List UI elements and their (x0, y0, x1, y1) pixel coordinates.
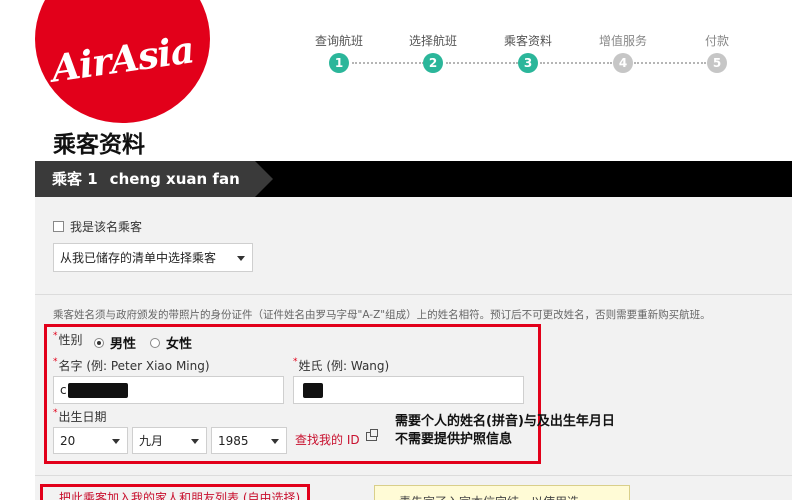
info-tooltip: 青先宣了入宣本信完结，以使用选 (374, 485, 630, 500)
step-number: 3 (518, 53, 538, 73)
step-passenger-details: 乘客资料 3 (488, 33, 568, 73)
passenger-tab[interactable]: 乘客 1 cheng xuan fan (35, 161, 255, 197)
passenger-index: 乘客 1 (52, 170, 98, 188)
passenger-tab-arrow (255, 161, 273, 197)
passenger-details-page: AirAsia 查询航班 1 选择航班 2 乘客资料 3 增值服务 4 付款 5… (0, 0, 800, 500)
step-label: 查询航班 (314, 34, 363, 48)
step-label: 乘客资料 (503, 34, 552, 48)
step-payment: 付款 5 (677, 33, 757, 73)
passenger-header-bar: 乘客 1 cheng xuan fan (35, 161, 792, 197)
i-am-passenger-checkbox-row[interactable]: 我是该名乘客 (53, 218, 142, 235)
page-title: 乘客资料 (53, 132, 145, 158)
section-divider (35, 475, 792, 476)
step-label: 增值服务 (598, 34, 647, 48)
step-number: 5 (707, 53, 727, 73)
saved-passenger-select[interactable]: 从我已储存的清单中选择乘客 (53, 243, 253, 272)
add-to-family-link[interactable]: 把此乘客加入我的家人和朋友列表 (自由选择) (59, 489, 300, 500)
step-number: 4 (613, 53, 633, 73)
step-number: 1 (329, 53, 349, 73)
annotation-text: 需要个人的姓名(拼音)与及出生年月日 不需要提供护照信息 (395, 414, 615, 447)
i-am-passenger-checkbox[interactable] (53, 221, 64, 232)
step-label: 付款 (704, 34, 729, 48)
step-add-ons: 增值服务 4 (583, 33, 663, 73)
i-am-passenger-label: 我是该名乘客 (70, 220, 143, 234)
logo-text: AirAsia (48, 27, 197, 91)
step-label: 选择航班 (408, 34, 457, 48)
name-policy-notice: 乘客姓名须与政府颁发的带照片的身份证件（证件姓名由罗马字母"A-Z"组成）上的姓… (53, 309, 711, 321)
step-search-flights[interactable]: 查询航班 1 (299, 33, 379, 73)
step-number: 2 (423, 53, 443, 73)
passenger-name: cheng xuan fan (109, 170, 240, 188)
chevron-down-icon (237, 255, 245, 261)
section-divider (35, 294, 792, 295)
airasia-logo[interactable]: AirAsia (35, 0, 210, 123)
saved-passenger-select-value: 从我已储存的清单中选择乘客 (60, 251, 217, 265)
booking-progress-steps: 查询航班 1 选择航班 2 乘客资料 3 增值服务 4 付款 5 (300, 33, 760, 78)
step-select-flight[interactable]: 选择航班 2 (393, 33, 473, 73)
